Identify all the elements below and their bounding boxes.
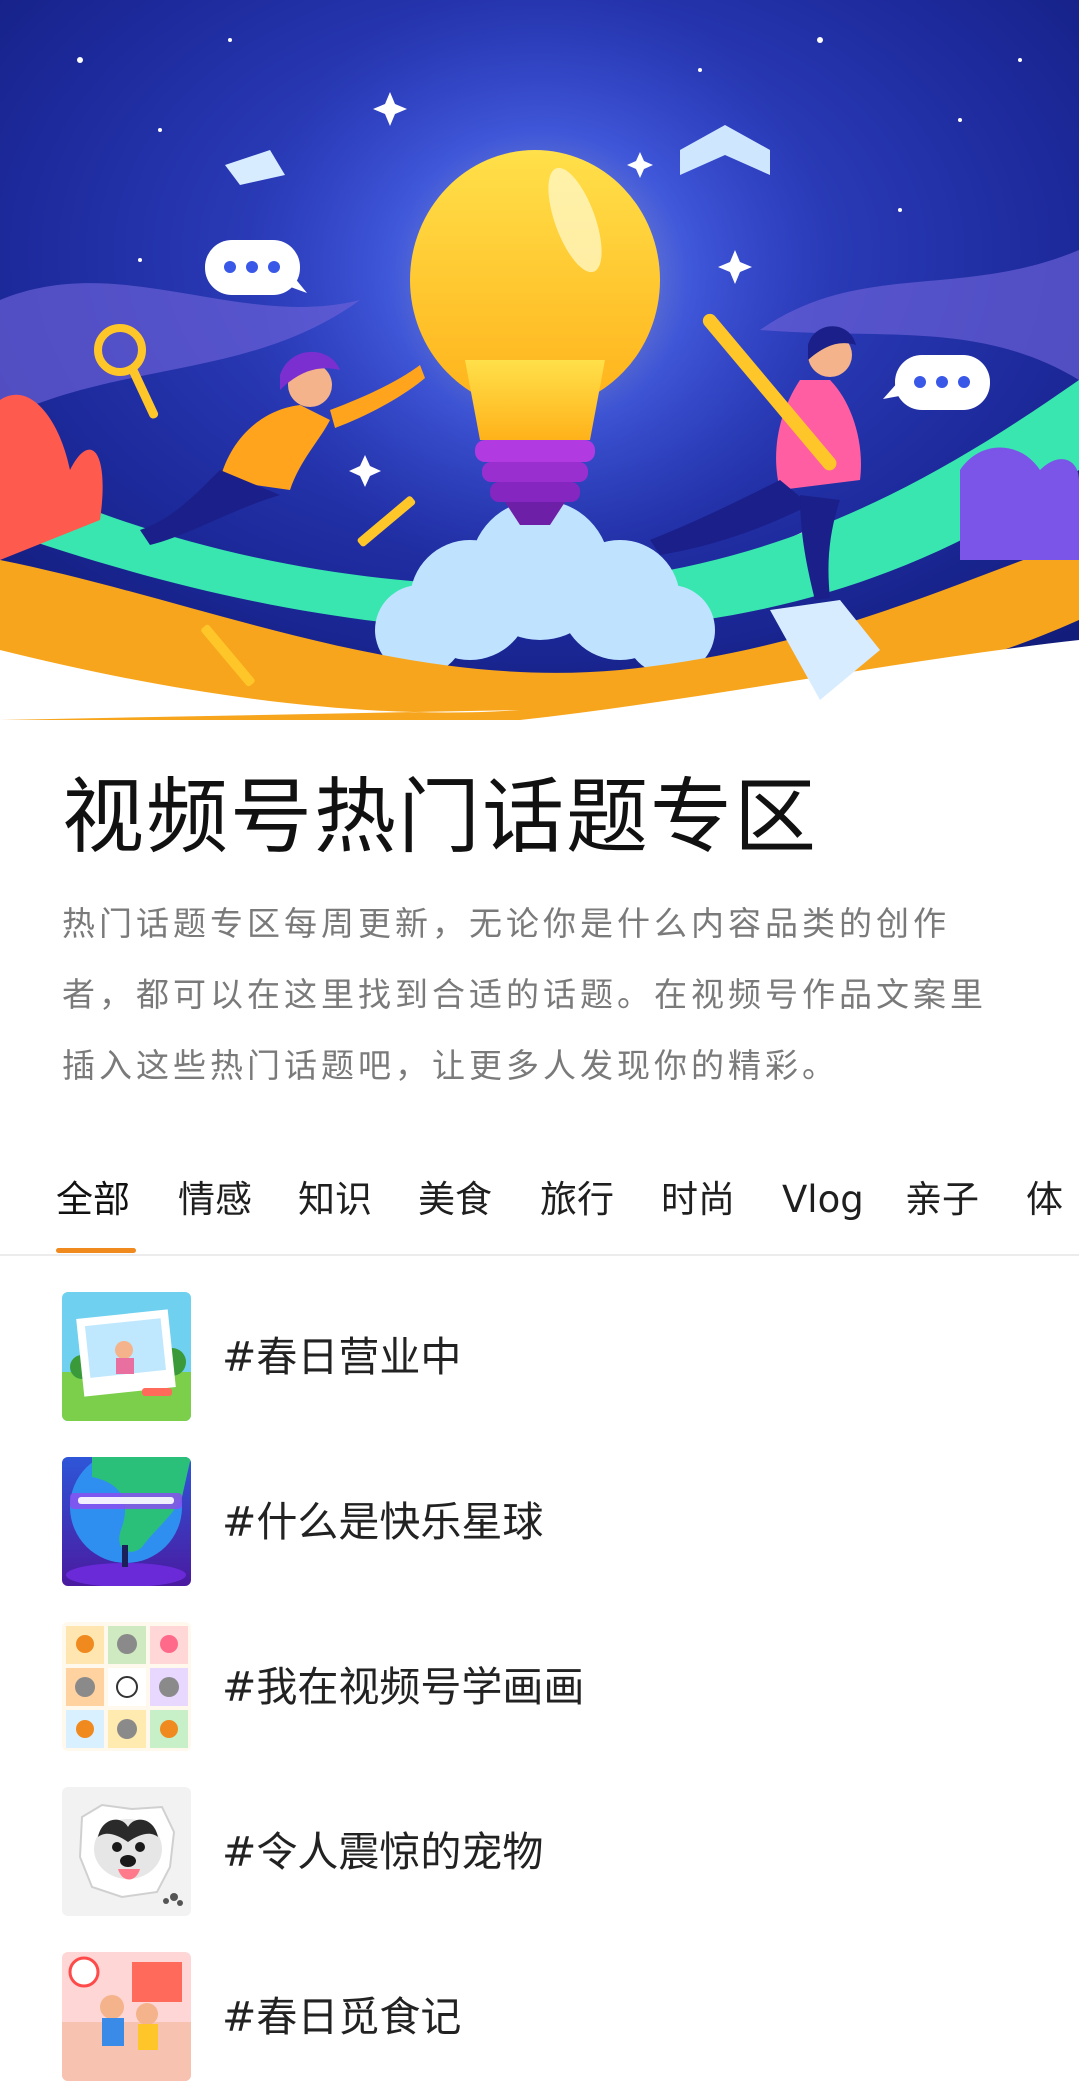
- hero-banner: [0, 0, 1079, 720]
- tab-sports[interactable]: 体: [1026, 1170, 1063, 1230]
- topic-title: #令人震惊的宠物: [222, 1828, 544, 1876]
- page-title: 视频号热门话题专区: [62, 770, 819, 865]
- page-description: 热门话题专区每周更新，无论你是什么内容品类的创作者，都可以在这里找到合适的话题。…: [62, 904, 987, 1085]
- tab-vlog[interactable]: Vlog: [782, 1170, 864, 1230]
- cartoon-drawings-thumbnail: [62, 1622, 191, 1751]
- happy-planet-thumbnail: [62, 1457, 191, 1586]
- tab-emotion[interactable]: 情感: [178, 1170, 252, 1230]
- tab-parenting[interactable]: 亲子: [905, 1170, 979, 1230]
- topic-item[interactable]: #什么是快乐星球: [62, 1457, 1042, 1587]
- tab-all[interactable]: 全部: [56, 1170, 130, 1230]
- lightbulb-banner-illustration: [0, 0, 1079, 720]
- topic-title: #春日营业中: [222, 1333, 462, 1381]
- topic-item[interactable]: #春日觅食记: [62, 1952, 1042, 2082]
- spring-photo-thumbnail: [62, 1292, 191, 1421]
- tab-travel[interactable]: 旅行: [540, 1170, 614, 1230]
- topic-item[interactable]: #春日营业中: [62, 1292, 1042, 1422]
- topic-item[interactable]: #令人震惊的宠物: [62, 1787, 1042, 1917]
- food-journey-thumbnail: [62, 1952, 191, 2081]
- topic-title: #春日觅食记: [222, 1993, 462, 2041]
- active-tab-indicator: [56, 1248, 136, 1253]
- tab-fashion[interactable]: 时尚: [661, 1170, 735, 1230]
- tab-knowledge[interactable]: 知识: [298, 1170, 372, 1230]
- topic-title: #我在视频号学画画: [222, 1663, 585, 1711]
- category-tabs: 全部 情感 知识 美食 旅行 时尚 Vlog 亲子 体: [0, 1160, 1079, 1256]
- topic-item[interactable]: #我在视频号学画画: [62, 1622, 1042, 1752]
- topic-title: #什么是快乐星球: [222, 1498, 544, 1546]
- dog-thumbnail: [62, 1787, 191, 1916]
- tab-food[interactable]: 美食: [418, 1170, 492, 1230]
